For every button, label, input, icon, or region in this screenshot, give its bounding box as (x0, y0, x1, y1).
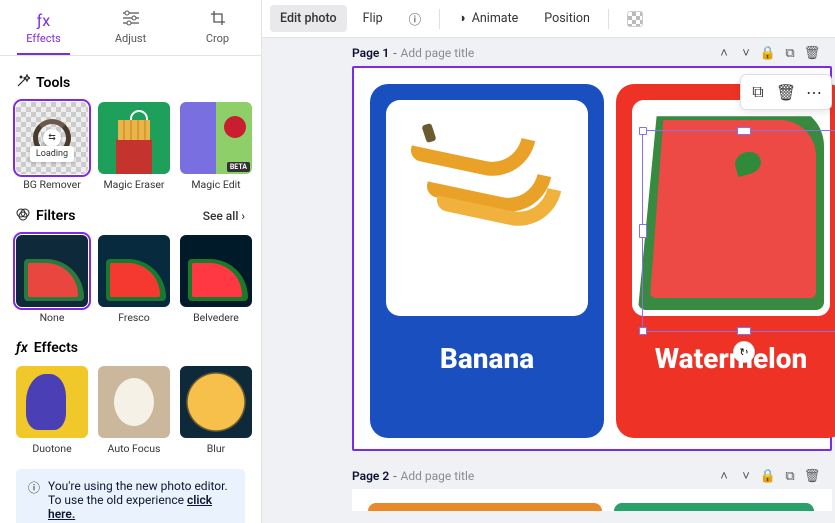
filter-belvedere[interactable]: Belvedere (180, 235, 252, 324)
tools-label: Tools (36, 75, 70, 91)
card-watermelon-image[interactable]: ↻ (632, 100, 830, 316)
toolbar-separator (608, 9, 609, 29)
notice-line2a: To use the old experience (48, 493, 187, 507)
duplicate-element-button[interactable]: ⧉ (745, 79, 771, 105)
slider-knob-icon: ⇆ (43, 129, 61, 147)
card-banana-label[interactable]: Banana (370, 342, 604, 375)
delete-page-icon[interactable]: 🗑 (803, 44, 821, 62)
photo-editor-sidebar: ƒx Effects Adjust Crop Tools ⇆Loading (0, 0, 262, 523)
tool-magic-edit-label: Magic Edit (191, 178, 240, 191)
card-watermelon[interactable]: ↻ Watermelon (616, 84, 835, 438)
filters-icon (16, 207, 30, 225)
info-icon: ⓘ (28, 479, 40, 521)
edit-photo-button[interactable]: Edit photo (270, 5, 347, 32)
filter-fresco-label: Fresco (118, 311, 150, 324)
tab-adjust-label: Adjust (115, 32, 146, 45)
notice-line1: You're using the new photo editor. (48, 479, 233, 493)
duplicate-page-icon[interactable]: ⧉ (781, 44, 799, 62)
tab-crop[interactable]: Crop (174, 0, 261, 55)
filters-label: Filters (36, 208, 75, 224)
tools-section-title: Tools (16, 74, 245, 92)
card-watermelon-label[interactable]: Watermelon (616, 342, 835, 375)
tab-crop-label: Crop (206, 32, 229, 45)
tab-effects-label: Effects (26, 32, 61, 45)
filters-see-all[interactable]: See all › (203, 209, 245, 223)
page-title-input[interactable]: Add page title (401, 46, 475, 60)
card-banana-image[interactable] (386, 100, 588, 316)
resize-handle-tl[interactable] (639, 127, 647, 135)
page-2-canvas[interactable] (352, 489, 832, 511)
toolbar-separator (439, 9, 440, 29)
wand-icon (16, 74, 30, 92)
transparency-icon (627, 11, 643, 27)
tool-magic-eraser[interactable]: Magic Eraser (98, 102, 170, 191)
more-element-button[interactable]: ⋯ (801, 79, 827, 105)
delete-element-button[interactable]: 🗑 (773, 79, 799, 105)
filters-section-title: Filters (16, 207, 75, 225)
collapse-up-icon[interactable]: ˄ (715, 467, 733, 485)
resize-handle-tm[interactable] (737, 127, 751, 135)
lock-icon[interactable]: 🔒 (759, 44, 777, 62)
tab-effects[interactable]: ƒx Effects (0, 0, 87, 55)
context-toolbar: Edit photo Flip ⓘ ◑Animate Position (262, 0, 835, 38)
page-2-header: Page 2 - Add page title ˄ ˅ 🔒 ⧉ 🗑 (352, 467, 835, 485)
main-area: Edit photo Flip ⓘ ◑Animate Position Page… (262, 0, 835, 523)
canvas-area: Page 1 - Add page title ˄ ˅ 🔒 ⧉ 🗑 ⧉ 🗑 ⋯ (262, 38, 835, 523)
crop-icon (210, 10, 226, 30)
info-button[interactable]: ⓘ (399, 3, 432, 34)
tools-grid: ⇆Loading BG Remover Magic Eraser BETA Ma… (16, 102, 245, 191)
effect-duotone[interactable]: Duotone (16, 366, 88, 455)
fx-text-icon: ƒx (16, 340, 28, 356)
effect-blur[interactable]: Blur (180, 366, 252, 455)
adjust-sliders-icon (122, 10, 140, 30)
card-banana[interactable]: Banana (370, 84, 604, 438)
loading-badge: Loading (30, 146, 74, 162)
effect-blur-label: Blur (207, 442, 225, 455)
resize-handle-lm[interactable] (639, 224, 647, 238)
page-1-canvas[interactable]: ⧉ 🗑 ⋯ Banana (352, 66, 832, 451)
tab-adjust[interactable]: Adjust (87, 0, 174, 55)
page-number: Page 2 (352, 469, 389, 483)
transparency-button[interactable] (617, 5, 653, 33)
expand-down-icon[interactable]: ˅ (737, 44, 755, 62)
lock-icon[interactable]: 🔒 (759, 467, 777, 485)
info-icon: ⓘ (409, 9, 422, 28)
effects-section-title: ƒx Effects (16, 340, 78, 356)
effect-duotone-label: Duotone (32, 442, 71, 455)
fx-icon: ƒx (37, 11, 50, 30)
delete-page-icon[interactable]: 🗑 (803, 467, 821, 485)
tool-bg-remover-label: BG Remover (23, 178, 81, 191)
sidebar-tabs: ƒx Effects Adjust Crop (0, 0, 261, 56)
collapse-up-icon[interactable]: ˄ (715, 44, 733, 62)
tool-magic-eraser-label: Magic Eraser (103, 178, 164, 191)
duplicate-page-icon[interactable]: ⧉ (781, 467, 799, 485)
resize-handle-bm[interactable] (737, 327, 751, 335)
resize-handle-bl[interactable] (639, 327, 647, 335)
effects-panel: Tools ⇆Loading BG Remover Magic Eraser B… (0, 56, 261, 523)
page-number: Page 1 (352, 46, 389, 60)
animate-icon: ◑ (458, 11, 466, 26)
effect-auto-focus-label: Auto Focus (108, 442, 161, 455)
tool-magic-edit[interactable]: BETA Magic Edit (180, 102, 252, 191)
filter-belvedere-label: Belvedere (193, 311, 239, 324)
filter-none-label: None (40, 311, 65, 324)
beta-badge: BETA (227, 162, 250, 172)
animate-button[interactable]: ◑Animate (448, 5, 528, 32)
filters-grid: None Fresco Belvedere (16, 235, 245, 324)
position-button[interactable]: Position (534, 5, 600, 32)
tool-bg-remover[interactable]: ⇆Loading BG Remover (16, 102, 88, 191)
banana-illustration (412, 128, 562, 288)
flip-button[interactable]: Flip (353, 5, 393, 32)
effects-label: Effects (34, 340, 78, 356)
page-title-input[interactable]: Add page title (401, 469, 475, 483)
filter-none[interactable]: None (16, 235, 88, 324)
effect-auto-focus[interactable]: Auto Focus (98, 366, 170, 455)
effects-grid: Duotone Auto Focus Blur (16, 366, 245, 455)
element-action-bar: ⧉ 🗑 ⋯ (740, 74, 832, 110)
expand-down-icon[interactable]: ˅ (737, 467, 755, 485)
page-1-header: Page 1 - Add page title ˄ ˅ 🔒 ⧉ 🗑 (352, 44, 835, 62)
filter-fresco[interactable]: Fresco (98, 235, 170, 324)
legacy-editor-notice: ⓘ You're using the new photo editor. To … (16, 469, 245, 523)
